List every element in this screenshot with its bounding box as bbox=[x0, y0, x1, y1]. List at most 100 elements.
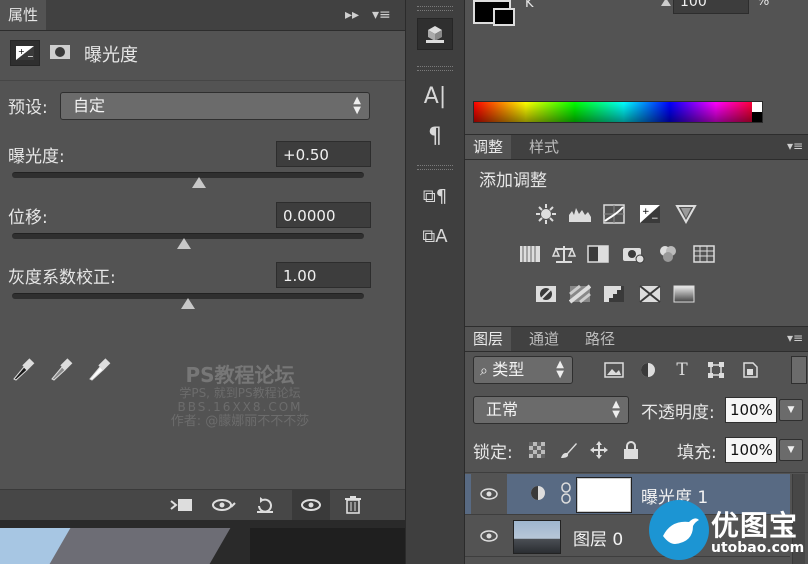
panel-menu-icon[interactable]: ▾≡ bbox=[372, 0, 391, 30]
updown-icon: ▲ ▼ bbox=[612, 399, 620, 420]
color-spectrum-bar[interactable] bbox=[473, 101, 763, 123]
photo-filter-icon[interactable] bbox=[621, 242, 647, 266]
offset-label: 位移: bbox=[8, 208, 48, 228]
layer-visibility-eye-icon[interactable] bbox=[471, 516, 507, 556]
visibility-eye-icon[interactable] bbox=[292, 490, 330, 520]
view-previous-state-icon[interactable] bbox=[205, 490, 243, 520]
fill-input[interactable]: 100% bbox=[725, 437, 777, 463]
opacity-input[interactable]: 100% bbox=[725, 397, 777, 423]
exposure-slider-track[interactable] bbox=[12, 172, 364, 178]
exposure-label: 曝光度: bbox=[8, 147, 65, 167]
brightness-contrast-icon[interactable] bbox=[533, 202, 559, 226]
brand-domain: utobao.com bbox=[711, 540, 805, 556]
layer-mask-thumbnail[interactable] bbox=[576, 477, 632, 513]
gradient-map-icon[interactable] bbox=[637, 282, 663, 306]
k-unit: % bbox=[757, 0, 770, 9]
exposure-slider-thumb[interactable] bbox=[191, 177, 206, 188]
filter-smart-object-icon[interactable] bbox=[737, 358, 763, 382]
paragraph-styles-icon[interactable]: ⧉¶ bbox=[417, 180, 453, 212]
white-swatch[interactable] bbox=[752, 102, 762, 112]
tab-properties[interactable]: 属性 bbox=[0, 0, 46, 30]
panel-menu-icon[interactable]: ▾≡ bbox=[787, 131, 803, 161]
collapse-icon[interactable]: ▸▸ bbox=[345, 0, 359, 30]
curves-icon[interactable] bbox=[601, 202, 627, 226]
eyedropper-gray-icon[interactable] bbox=[48, 355, 74, 381]
layer-adjustment-icon bbox=[529, 484, 547, 502]
lock-transparency-icon[interactable] bbox=[529, 442, 545, 458]
background-swatch[interactable] bbox=[493, 8, 515, 26]
filter-adjustment-icon[interactable] bbox=[635, 358, 661, 382]
lock-move-icon[interactable] bbox=[589, 440, 609, 460]
preset-label: 预设: bbox=[8, 98, 48, 118]
right-panels: K 100 % 调整 样式 ▾≡ 添加调整 + − 图层 通道 路径 ▾≡ ⌕ 类… bbox=[465, 0, 808, 564]
layers-tabbar: 图层 通道 路径 ▾≡ bbox=[465, 326, 808, 352]
eyedropper-white-icon[interactable] bbox=[86, 355, 112, 381]
color-lookup-icon[interactable] bbox=[691, 242, 717, 266]
clip-to-layer-icon[interactable] bbox=[162, 490, 200, 520]
svg-text:+: + bbox=[642, 207, 650, 217]
gamma-label: 灰度系数校正: bbox=[8, 268, 116, 288]
layer-name[interactable]: 图层 0 bbox=[573, 525, 623, 550]
blend-mode-dropdown[interactable]: 正常 ▲ ▼ bbox=[473, 396, 629, 424]
properties-tabbar: 属性 ▸▸ ▾≡ bbox=[0, 0, 405, 31]
tab-adjustments[interactable]: 调整 bbox=[465, 135, 512, 159]
black-white-icon[interactable] bbox=[585, 242, 611, 266]
exposure-input[interactable]: +0.50 bbox=[276, 141, 371, 167]
color-balance-icon[interactable] bbox=[551, 242, 577, 266]
opacity-dropdown-chevron-icon[interactable]: ▼ bbox=[779, 399, 803, 421]
threshold-icon[interactable] bbox=[601, 282, 627, 306]
updown-icon: ▲ ▼ bbox=[353, 95, 361, 116]
gamma-slider-thumb[interactable] bbox=[181, 298, 195, 309]
filter-shape-icon[interactable] bbox=[703, 358, 729, 382]
tab-channels[interactable]: 通道 bbox=[521, 327, 567, 351]
divider bbox=[0, 80, 405, 81]
character-styles-icon[interactable]: ⧉A bbox=[417, 220, 453, 252]
black-swatch[interactable] bbox=[752, 112, 762, 122]
exposure-icon[interactable]: + − bbox=[637, 202, 663, 226]
watermark-title: PS教程论坛 bbox=[185, 363, 295, 387]
offset-input[interactable]: 0.0000 bbox=[276, 202, 371, 228]
posterize-icon[interactable] bbox=[567, 282, 593, 306]
layer-visibility-eye-icon[interactable] bbox=[471, 474, 507, 514]
filter-type-icon[interactable]: T bbox=[669, 358, 695, 382]
lock-brush-icon[interactable] bbox=[559, 440, 579, 460]
k-channel-label: K bbox=[525, 0, 534, 11]
tab-layers[interactable]: 图层 bbox=[465, 327, 512, 351]
panel-menu-icon[interactable]: ▾≡ bbox=[787, 323, 803, 353]
vibrance-icon[interactable] bbox=[673, 202, 699, 226]
grip bbox=[417, 6, 453, 11]
blend-mode-value: 正常 bbox=[486, 400, 519, 419]
lock-all-icon[interactable] bbox=[623, 440, 639, 460]
mask-icon[interactable] bbox=[46, 40, 74, 64]
preset-value: 自定 bbox=[73, 96, 106, 115]
adjustment-icon[interactable]: + − bbox=[10, 40, 40, 66]
filter-toggle-switch[interactable] bbox=[791, 356, 807, 384]
paragraph-tool-icon[interactable]: ¶ bbox=[417, 120, 453, 152]
delete-trash-icon[interactable] bbox=[334, 490, 372, 520]
layer-chain-link-icon[interactable] bbox=[561, 482, 571, 504]
search-icon: ⌕ bbox=[480, 363, 493, 379]
updown-icon: ▲ ▼ bbox=[556, 359, 564, 380]
tab-paths[interactable]: 路径 bbox=[577, 327, 623, 351]
offset-slider-thumb[interactable] bbox=[177, 238, 192, 249]
fill-dropdown-chevron-icon[interactable]: ▼ bbox=[779, 439, 803, 461]
filter-pixel-icon[interactable] bbox=[601, 358, 627, 382]
channel-mixer-icon[interactable] bbox=[655, 242, 681, 266]
hue-saturation-icon[interactable] bbox=[517, 242, 543, 266]
layer-image-thumbnail[interactable] bbox=[513, 520, 561, 554]
reset-icon[interactable] bbox=[246, 490, 284, 520]
preset-dropdown[interactable]: 自定 ▲ ▼ bbox=[60, 92, 370, 120]
adjustments-tool-icon[interactable] bbox=[417, 18, 453, 50]
selective-color-icon[interactable] bbox=[671, 282, 697, 306]
canvas-dark-region bbox=[250, 528, 405, 564]
invert-icon[interactable] bbox=[533, 282, 559, 306]
levels-icon[interactable] bbox=[567, 202, 593, 226]
opacity-label: 不透明度: bbox=[641, 403, 715, 423]
k-value-input[interactable]: 100 bbox=[673, 0, 749, 14]
eyedropper-black-icon[interactable] bbox=[10, 355, 36, 381]
k-slider-thumb[interactable] bbox=[661, 0, 671, 6]
character-tool-icon[interactable]: A| bbox=[417, 80, 453, 112]
gamma-input[interactable]: 1.00 bbox=[276, 262, 371, 288]
layer-filter-dropdown[interactable]: ⌕ 类型 ▲ ▼ bbox=[473, 356, 573, 384]
tab-styles[interactable]: 样式 bbox=[521, 135, 567, 159]
